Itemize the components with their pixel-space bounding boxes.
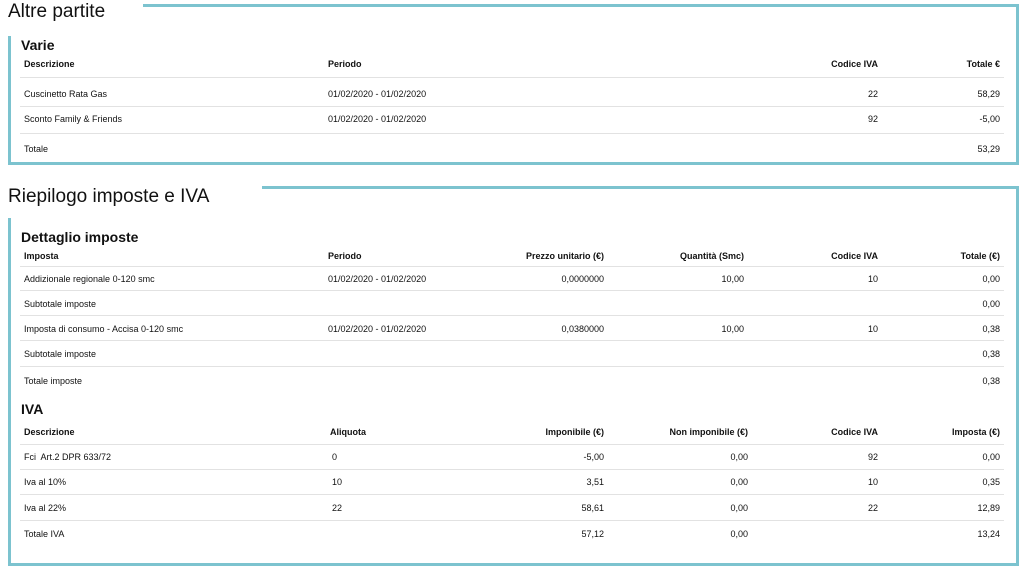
cell-codice-iva: 22 xyxy=(867,89,878,99)
cell-aliquota: 0 xyxy=(332,452,338,462)
row-separator xyxy=(20,366,1004,367)
row-separator xyxy=(20,315,1004,316)
cell-aliquota: 22 xyxy=(332,503,343,513)
cell-prezzo-unitario: 0,0380000 xyxy=(561,324,604,334)
col-header-descrizione: Descrizione xyxy=(24,427,75,437)
cell-periodo: 01/02/2020 - 01/02/2020 xyxy=(328,274,427,284)
cell-codice-iva: 10 xyxy=(867,477,878,487)
cell-imposta: 0,00 xyxy=(982,452,1000,462)
cell-non-imponibile: 0,00 xyxy=(730,503,748,513)
subtotal-value: 0,38 xyxy=(982,349,1000,359)
cell-imponibile: 3,51 xyxy=(586,477,604,487)
total-non-imponibile: 0,00 xyxy=(730,529,748,539)
col-header-non-imponibile: Non imponibile (€) xyxy=(669,427,749,437)
section-frame-bottom xyxy=(8,162,1019,165)
cell-quantita: 10,00 xyxy=(721,274,744,284)
col-header-imponibile: Imponibile (€) xyxy=(545,427,605,437)
cell-descrizione: Sconto Family & Friends xyxy=(24,114,123,124)
row-separator xyxy=(20,133,1004,134)
total-label: Totale IVA xyxy=(24,529,65,539)
col-header-imposta: Imposta xyxy=(24,251,59,261)
col-header-codice-iva: Codice IVA xyxy=(831,251,878,261)
col-header-totale: Totale € xyxy=(966,59,1000,69)
cell-totale: -5,00 xyxy=(979,114,1000,124)
col-header-totale: Totale (€) xyxy=(960,251,1000,261)
subsection-title-dettaglio-imposte: Dettaglio imposte xyxy=(21,229,139,245)
cell-imponibile: -5,00 xyxy=(583,452,604,462)
cell-descrizione: Fci Art.2 DPR 633/72 xyxy=(24,452,112,462)
cell-quantita: 10,00 xyxy=(721,324,744,334)
row-separator xyxy=(20,340,1004,341)
cell-codice-iva: 22 xyxy=(867,503,878,513)
col-header-quantita: Quantità (Smc) xyxy=(679,251,744,261)
section-frame-top xyxy=(262,186,1019,189)
col-header-descrizione: Descrizione xyxy=(24,59,75,69)
cell-imposta: Imposta di consumo - Accisa 0-120 smc xyxy=(24,324,184,334)
col-header-periodo: Periodo xyxy=(328,59,362,69)
section-title-altre-partite: Altre partite xyxy=(8,1,106,22)
subsection-title-varie: Varie xyxy=(21,37,55,53)
cell-aliquota: 10 xyxy=(332,477,343,487)
cell-prezzo-unitario: 0,0000000 xyxy=(561,274,604,284)
row-separator xyxy=(20,469,1004,470)
row-separator xyxy=(20,520,1004,521)
subtotal-value: 0,00 xyxy=(982,299,1000,309)
subtotal-label: Subtotale imposte xyxy=(24,349,97,359)
cell-non-imponibile: 0,00 xyxy=(730,477,748,487)
row-separator xyxy=(20,444,1004,445)
section-frame-right xyxy=(1016,4,1019,165)
cell-imponibile: 58,61 xyxy=(581,503,604,513)
cell-descrizione: Cuscinetto Rata Gas xyxy=(24,89,108,99)
cell-totale: 58,29 xyxy=(977,89,1000,99)
cell-codice-iva: 92 xyxy=(867,452,878,462)
total-value: 0,38 xyxy=(982,376,1000,386)
row-separator xyxy=(20,77,1004,78)
total-imponibile: 57,12 xyxy=(581,529,604,539)
row-separator xyxy=(20,106,1004,107)
cell-totale: 0,38 xyxy=(982,324,1000,334)
cell-periodo: 01/02/2020 - 01/02/2020 xyxy=(328,324,427,334)
section-frame-top xyxy=(143,4,1019,7)
total-label: Totale xyxy=(24,144,49,154)
row-separator xyxy=(20,290,1004,291)
subsection-title-iva: IVA xyxy=(21,401,44,417)
cell-descrizione: Iva al 10% xyxy=(24,477,67,487)
cell-descrizione: Iva al 22% xyxy=(24,503,67,513)
cell-codice-iva: 92 xyxy=(867,114,878,124)
section-frame-right xyxy=(1016,186,1019,566)
row-separator xyxy=(20,494,1004,495)
cell-codice-iva: 10 xyxy=(867,324,878,334)
cell-imposta: Addizionale regionale 0-120 smc xyxy=(24,274,155,284)
total-label: Totale imposte xyxy=(24,376,83,386)
col-header-codice-iva: Codice IVA xyxy=(831,427,878,437)
cell-totale: 0,00 xyxy=(982,274,1000,284)
col-header-codice-iva: Codice IVA xyxy=(831,59,878,69)
cell-periodo: 01/02/2020 - 01/02/2020 xyxy=(328,114,427,124)
cell-non-imponibile: 0,00 xyxy=(730,452,748,462)
col-header-periodo: Periodo xyxy=(328,251,362,261)
section-title-riepilogo: Riepilogo imposte e IVA xyxy=(8,186,210,207)
total-imposta: 13,24 xyxy=(977,529,1000,539)
cell-imposta: 0,35 xyxy=(982,477,1000,487)
col-header-imposta: Imposta (€) xyxy=(951,427,1000,437)
subtotal-label: Subtotale imposte xyxy=(24,299,97,309)
col-header-aliquota: Aliquota xyxy=(330,427,366,437)
cell-codice-iva: 10 xyxy=(867,274,878,284)
col-header-prezzo-unitario: Prezzo unitario (€) xyxy=(525,251,604,261)
cell-imposta: 12,89 xyxy=(977,503,1000,513)
section-frame-left xyxy=(8,36,11,165)
row-separator xyxy=(20,266,1004,267)
total-value: 53,29 xyxy=(977,144,1000,154)
section-frame-bottom xyxy=(8,563,1019,566)
section-frame-left xyxy=(8,218,11,566)
cell-periodo: 01/02/2020 - 01/02/2020 xyxy=(328,89,427,99)
